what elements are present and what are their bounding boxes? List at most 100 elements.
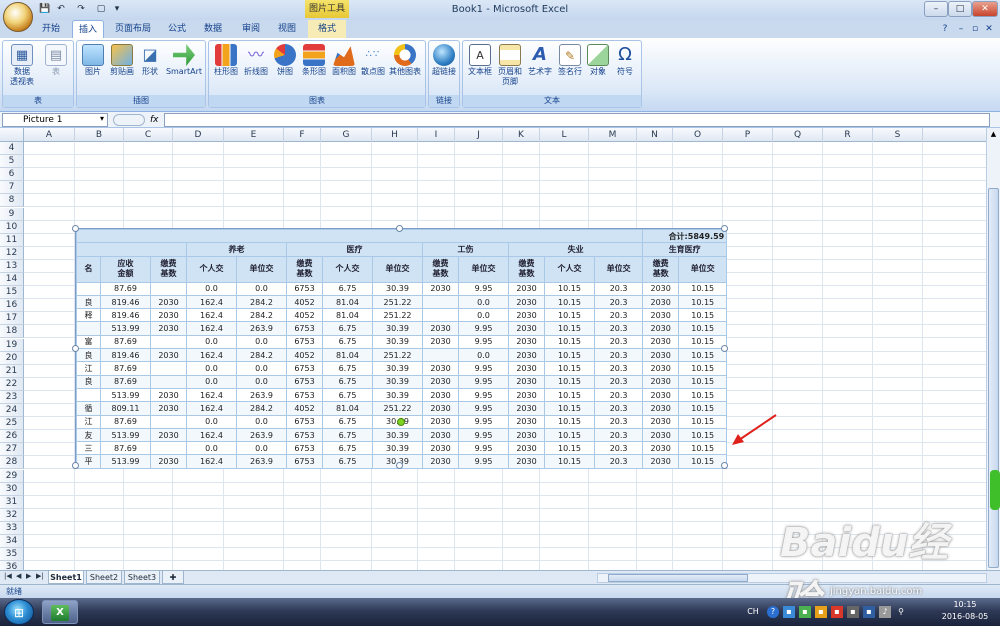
row-header-27[interactable]: 27: [0, 443, 24, 457]
minimize-button[interactable]: –: [924, 1, 948, 17]
close-button[interactable]: ✕: [972, 1, 998, 17]
row-header-21[interactable]: 21: [0, 364, 24, 378]
resize-handle-l[interactable]: [72, 345, 79, 352]
wordart-button[interactable]: A 艺术字: [525, 43, 555, 93]
column-header-L[interactable]: L: [540, 128, 589, 142]
flag-tray-icon[interactable]: ▪: [863, 606, 875, 618]
insert-sheet-icon[interactable]: ✚: [162, 571, 184, 584]
resize-handle-r[interactable]: [721, 345, 728, 352]
formula-input[interactable]: [164, 113, 990, 127]
resize-handle-tl[interactable]: [72, 225, 79, 232]
formula-bar-zoom-control[interactable]: [113, 114, 145, 126]
scatter-chart-button[interactable]: ∴∵ 散点图: [359, 43, 387, 93]
row-header-17[interactable]: 17: [0, 312, 24, 326]
tab-page-layout[interactable]: 页面布局: [110, 20, 156, 38]
print-preview-icon[interactable]: ▢: [94, 3, 108, 16]
vertical-scroll-thumb[interactable]: [988, 188, 999, 568]
row-header-14[interactable]: 14: [0, 273, 24, 286]
sheet-nav-last-icon[interactable]: ▶|: [36, 572, 44, 580]
row-header-35[interactable]: 35: [0, 548, 24, 562]
shapes-button[interactable]: ◪ 形状: [137, 43, 163, 93]
row-header-11[interactable]: 11: [0, 233, 24, 247]
column-header-N[interactable]: N: [637, 128, 673, 142]
resize-handle-br[interactable]: [721, 462, 728, 469]
row-header-36[interactable]: 36: [0, 561, 24, 570]
pivot-table-button[interactable]: ▦ 数据 透视表: [5, 43, 39, 93]
line-chart-button[interactable]: 〰 折线图: [241, 43, 271, 93]
maximize-button[interactable]: □: [948, 1, 972, 17]
row-header-9[interactable]: 9: [0, 207, 24, 221]
column-header-H[interactable]: H: [372, 128, 418, 142]
row-header-8[interactable]: 8: [0, 194, 24, 208]
column-header-S[interactable]: S: [873, 128, 923, 142]
signature-line-button[interactable]: ✎ 签名行: [555, 43, 585, 93]
ribbon-minimize-icon[interactable]: –: [954, 20, 968, 38]
ribbon-restore-icon[interactable]: ▫: [968, 20, 982, 38]
customize-qat-dropdown[interactable]: ▾: [110, 3, 124, 16]
resize-handle-tr[interactable]: [721, 225, 728, 232]
row-header-28[interactable]: 28: [0, 456, 24, 470]
scroll-up-icon[interactable]: ▲: [988, 129, 999, 139]
row-header-16[interactable]: 16: [0, 299, 24, 313]
display-tray-icon[interactable]: ▪: [847, 606, 859, 618]
tab-formulas[interactable]: 公式: [162, 20, 192, 38]
row-header-7[interactable]: 7: [0, 181, 24, 195]
network-tray-icon[interactable]: ▪: [783, 606, 795, 618]
column-header-O[interactable]: O: [673, 128, 723, 142]
row-header-30[interactable]: 30: [0, 482, 24, 496]
tab-view[interactable]: 视图: [272, 20, 302, 38]
select-all-corner[interactable]: [0, 128, 24, 142]
row-header-10[interactable]: 10: [0, 220, 24, 234]
column-header-B[interactable]: B: [75, 128, 124, 142]
other-chart-button[interactable]: 其他图表: [387, 43, 423, 93]
sheet-tab-sheet2[interactable]: Sheet2: [86, 571, 122, 584]
row-header-33[interactable]: 33: [0, 521, 24, 535]
column-header-P[interactable]: P: [723, 128, 773, 142]
sheet-nav-next-icon[interactable]: ▶: [26, 572, 31, 580]
taskbar-excel-button[interactable]: X: [42, 600, 78, 624]
power-tray-icon[interactable]: ⚲: [895, 606, 907, 618]
bar-chart-button[interactable]: 条形图: [299, 43, 329, 93]
rotate-handle[interactable]: [397, 418, 405, 426]
office-button[interactable]: [3, 2, 33, 32]
resize-handle-bl[interactable]: [72, 462, 79, 469]
row-header-18[interactable]: 18: [0, 325, 24, 339]
picture-1[interactable]: 合计:5849.59 养老 医疗 工伤 失业 生育医疗名应收 金额 缴费 基数 个人交 单位交缴…: [75, 228, 728, 469]
row-header-4[interactable]: 4: [0, 142, 24, 155]
object-button[interactable]: 对象: [585, 43, 611, 93]
column-header-E[interactable]: E: [224, 128, 284, 142]
row-header-29[interactable]: 29: [0, 469, 24, 483]
horizontal-scroll-thumb[interactable]: [608, 574, 748, 582]
row-header-19[interactable]: 19: [0, 338, 24, 352]
save-icon[interactable]: 💾: [38, 3, 52, 16]
ime-indicator[interactable]: CH: [745, 606, 761, 618]
start-button[interactable]: ⊞: [4, 599, 34, 625]
resize-handle-t[interactable]: [396, 225, 403, 232]
row-header-24[interactable]: 24: [0, 404, 24, 417]
column-header-G[interactable]: G: [321, 128, 372, 142]
header-footer-button[interactable]: 页眉和 页脚: [495, 43, 525, 93]
security-tray-icon[interactable]: ▪: [815, 606, 827, 618]
name-box[interactable]: Picture 1: [2, 113, 108, 127]
undo-icon[interactable]: ↶: [54, 3, 68, 16]
sheet-tab-sheet3[interactable]: Sheet3: [124, 571, 160, 584]
textbox-button[interactable]: A 文本框: [465, 43, 495, 93]
column-header-C[interactable]: C: [124, 128, 173, 142]
redo-icon[interactable]: ↷: [74, 3, 88, 16]
column-header-I[interactable]: I: [418, 128, 455, 142]
antivirus-tray-icon[interactable]: ▪: [831, 606, 843, 618]
row-header-23[interactable]: 23: [0, 390, 24, 404]
worksheet-grid[interactable]: ABCDEFGHIJKLMNOPQRS 4 5 6 7 8 9 10 11 12 13 14 15 16…: [0, 128, 986, 570]
row-header-5[interactable]: 5: [0, 155, 24, 169]
tab-review[interactable]: 审阅: [236, 20, 266, 38]
help-tray-icon[interactable]: ?: [767, 606, 779, 618]
tab-format[interactable]: 格式: [308, 20, 346, 38]
area-chart-button[interactable]: 面积图: [329, 43, 359, 93]
column-header-J[interactable]: J: [455, 128, 503, 142]
help-icon[interactable]: ?: [938, 20, 952, 38]
column-chart-button[interactable]: 柱形图: [211, 43, 241, 93]
row-header-6[interactable]: 6: [0, 168, 24, 182]
sheet-tab-sheet1[interactable]: Sheet1: [48, 571, 84, 584]
column-header-M[interactable]: M: [589, 128, 637, 142]
pie-chart-button[interactable]: 饼图: [271, 43, 299, 93]
